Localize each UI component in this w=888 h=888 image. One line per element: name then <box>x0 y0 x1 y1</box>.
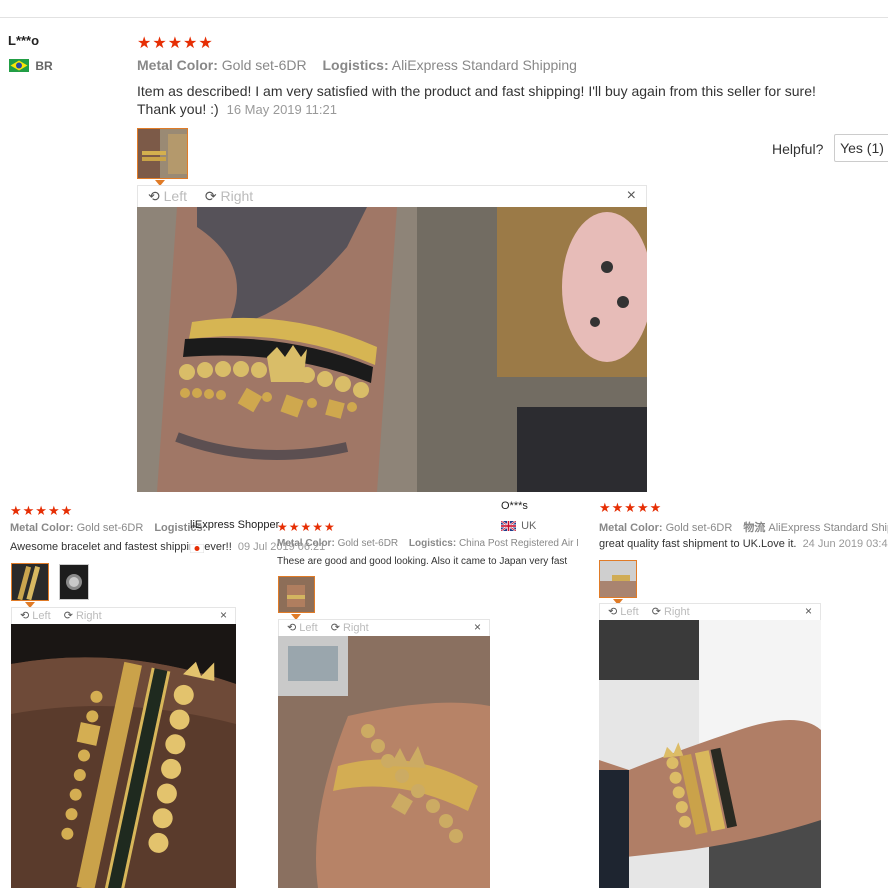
uk-flag-icon <box>501 521 516 531</box>
review1-text-end: Thank you! :) <box>137 101 219 117</box>
review1-logistics-label: Logistics: <box>322 57 389 73</box>
review4-photo-large <box>599 620 821 888</box>
review3-photo-large <box>278 636 490 888</box>
review2-viewer-close-icon[interactable]: × <box>220 608 227 622</box>
review1-bracelet-photo <box>137 207 647 492</box>
review2-photo-thumbnail-1[interactable] <box>11 563 49 601</box>
review1-viewer-close-icon[interactable]: × <box>627 187 636 205</box>
review4-country-code: UK <box>521 520 537 532</box>
review2-bracelet-photo <box>11 624 236 888</box>
review3-color-label: Metal Color: <box>277 538 335 549</box>
review1-text-line2: Thank you! :) 16 May 2019 11:21 <box>137 101 337 117</box>
review1-helpful-yes-button[interactable]: Yes (1) <box>834 134 888 162</box>
review1-star-rating: ★★★★★ <box>137 35 214 52</box>
review3-logistics-label: Logistics: <box>408 538 457 549</box>
review1-user-name: L***o <box>8 33 40 48</box>
rotate-right-icon[interactable]: ⟳ <box>64 610 73 622</box>
rotate-left-icon[interactable]: ⟲ <box>20 610 29 622</box>
review1-country-code: BR <box>35 59 53 73</box>
review3-rotate-left-label[interactable]: Left <box>299 622 317 634</box>
rotate-left-icon[interactable]: ⟲ <box>608 606 617 618</box>
review1-text-line1: Item as described! I am very satisfied w… <box>137 83 816 99</box>
review4-date: 24 Jun 2019 03:43 <box>802 538 888 550</box>
rotate-left-icon[interactable]: ⟲ <box>148 188 160 204</box>
rotate-right-icon[interactable]: ⟳ <box>331 622 340 634</box>
review3-viewer-toolbar: ⟲ Left ⟳ Right × <box>278 619 490 636</box>
review4-photo-thumbnail[interactable] <box>599 560 637 598</box>
review4-country: UK <box>501 520 536 532</box>
review2-viewer-toolbar: ⟲ Left ⟳ Right × <box>11 607 236 624</box>
review4-star-rating: ★★★★★ <box>599 500 663 515</box>
review4-viewer-close-icon[interactable]: × <box>805 604 812 618</box>
review1-country: BR <box>9 59 53 73</box>
review1-photo-thumbnail[interactable] <box>137 128 188 179</box>
review3-thumbnail-image <box>279 577 314 612</box>
review1-photo-large <box>137 207 647 492</box>
review4-sku-info: Metal Color: Gold set-6DR 物流 AliExpress … <box>599 519 888 535</box>
review4-viewer-toolbar: ⟲ Left ⟳ Right × <box>599 603 821 620</box>
brazil-flag-icon <box>9 59 29 72</box>
review1-helpful-label: Helpful? <box>772 141 824 157</box>
rotate-right-icon[interactable]: ⟳ <box>205 188 217 204</box>
review3-text: These are good and good looking. Also it… <box>277 556 568 567</box>
review1-logistics-value: AliExpress Standard Shipping <box>391 57 577 73</box>
review3-viewer-close-icon[interactable]: × <box>474 620 481 634</box>
review1-viewer-toolbar: ⟲ Left ⟳ Right × <box>137 185 647 207</box>
review2-photo-large <box>11 624 236 888</box>
review4-bracelet-photo <box>599 620 821 888</box>
review1-helpful: Helpful? <box>772 141 823 157</box>
review1-rotate-left-label[interactable]: Left <box>164 188 187 204</box>
top-divider <box>0 17 888 18</box>
review4-logistics-value: AliExpress Standard Shippi <box>768 522 888 534</box>
review2-rotate-right-label[interactable]: Right <box>76 610 102 622</box>
review4-text: great quality fast shipment to UK.Love i… <box>599 538 888 550</box>
review2-photo-thumbnail-2[interactable] <box>59 564 89 600</box>
review3-photo-thumbnail[interactable] <box>278 576 315 613</box>
review2-thumbnail-image-2 <box>60 565 88 599</box>
review2-thumbnail-image-1 <box>12 564 48 600</box>
review3-color-value: Gold set-6DR <box>337 538 399 549</box>
review4-user-name: O***s <box>501 500 528 512</box>
review1-sku-info: Metal Color: Gold set-6DR Logistics: Ali… <box>137 57 577 73</box>
review2-color-value: Gold set-6DR <box>76 522 144 534</box>
review4-logistics-label: 物流 <box>743 522 766 534</box>
japan-flag-icon <box>190 544 204 553</box>
review4-color-value: Gold set-6DR <box>665 522 733 534</box>
review3-logistics-value: China Post Registered Air M <box>458 538 578 549</box>
rotate-left-icon[interactable]: ⟲ <box>287 622 296 634</box>
review3-star-rating: ★★★★★ <box>277 520 336 534</box>
review2-color-label: Metal Color: <box>10 522 74 534</box>
review2-star-rating: ★★★★★ <box>10 503 74 518</box>
review3-user-name: liExpress Shopper <box>190 519 280 531</box>
review2-rotate-left-label[interactable]: Left <box>32 610 50 622</box>
review4-thumbnail-image <box>600 561 636 597</box>
review1-rotate-right-label[interactable]: Right <box>221 188 254 204</box>
review4-color-label: Metal Color: <box>599 522 663 534</box>
review3-bracelet-photo <box>278 636 490 888</box>
review4-text-body: great quality fast shipment to UK.Love i… <box>599 538 797 550</box>
review1-date: 16 May 2019 11:21 <box>226 102 337 117</box>
review3-country-flag <box>190 538 204 556</box>
review1-thumbnail-image <box>138 129 187 178</box>
review4-rotate-left-label[interactable]: Left <box>620 606 638 618</box>
review2-sku-info: Metal Color: Gold set-6DR Logistics: <box>10 522 206 534</box>
review4-rotate-right-label[interactable]: Right <box>664 606 690 618</box>
review3-rotate-right-label[interactable]: Right <box>343 622 369 634</box>
review1-color-label: Metal Color: <box>137 57 218 73</box>
review1-color-value: Gold set-6DR <box>221 57 307 73</box>
rotate-right-icon[interactable]: ⟳ <box>652 606 661 618</box>
review3-sku-info: Metal Color: Gold set-6DR Logistics: Chi… <box>277 538 578 549</box>
